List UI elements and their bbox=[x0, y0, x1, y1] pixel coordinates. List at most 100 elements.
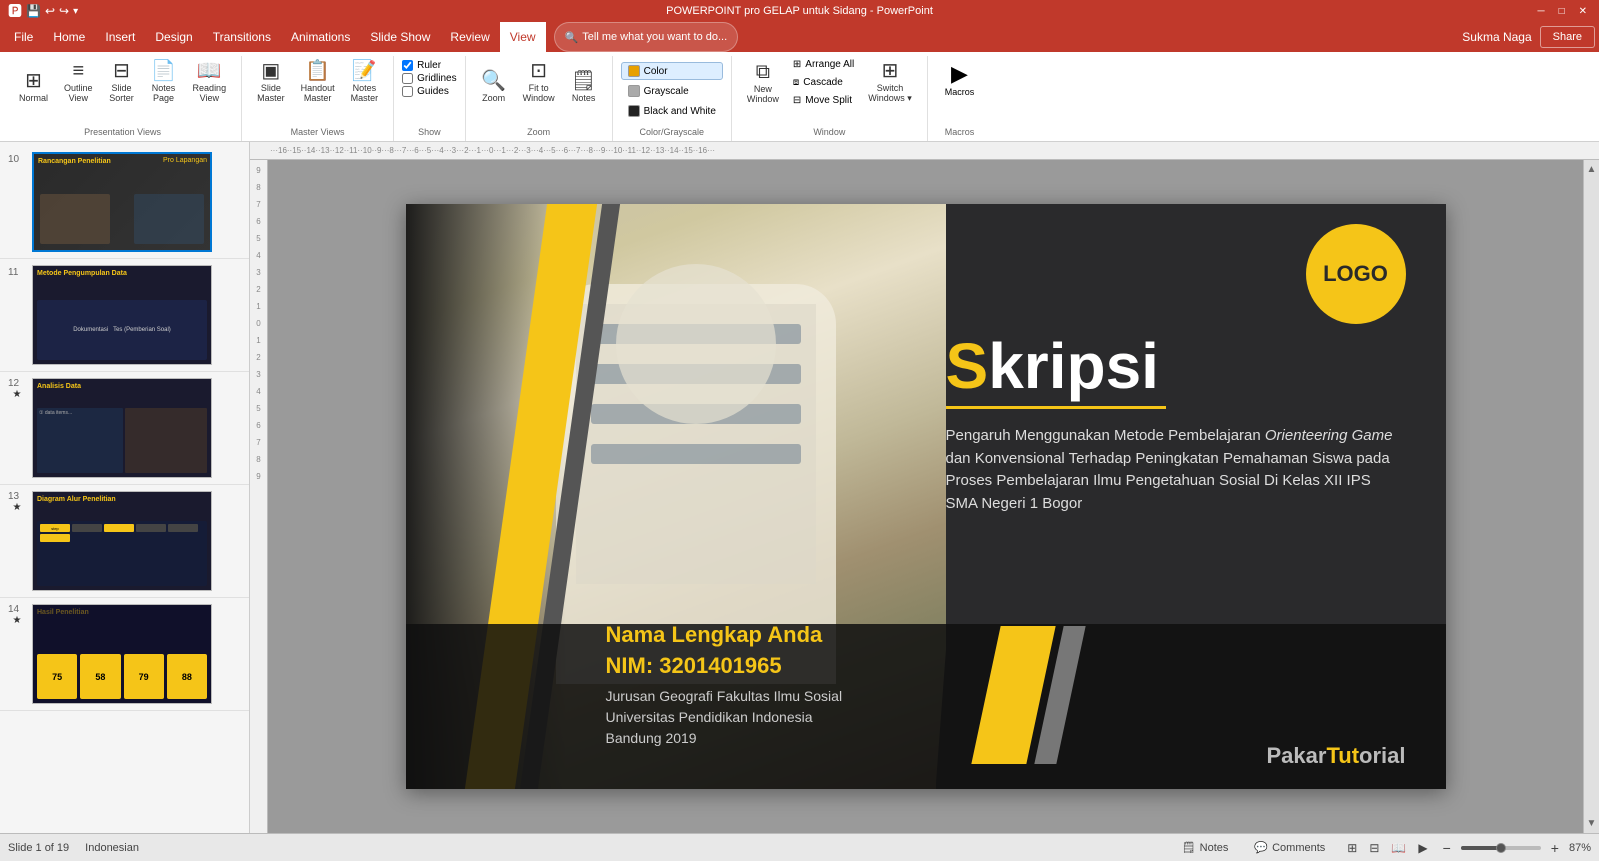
language-info: Indonesian bbox=[85, 842, 139, 854]
move-split-icon: ⊟ bbox=[793, 95, 801, 106]
slide-13-star: ★ bbox=[13, 502, 22, 513]
workspace: ···16··15··14··13··12··11··10··9···8···7… bbox=[250, 142, 1599, 833]
normal-view-btn[interactable]: ⊞ Normal bbox=[12, 66, 55, 108]
cascade-btn[interactable]: ⧈ Cascade bbox=[788, 74, 859, 91]
thumb-13-content: step bbox=[37, 521, 207, 586]
color-btn[interactable]: Color bbox=[621, 62, 723, 80]
slide-14-num: 14 bbox=[8, 604, 26, 615]
menu-insert[interactable]: Insert bbox=[95, 22, 145, 52]
notes-page-btn[interactable]: 📄 NotesPage bbox=[144, 56, 184, 108]
subtitle-text: Pengaruh Menggunakan Metode Pembelajaran… bbox=[946, 425, 1406, 515]
new-window-btn[interactable]: ⧉ NewWindow bbox=[740, 57, 786, 109]
slide-11-item[interactable]: 11 Metode Pengumpulan Data Dokumentasi T… bbox=[0, 259, 249, 372]
menu-slideshow[interactable]: Slide Show bbox=[360, 22, 440, 52]
guides-checkbox[interactable]: Guides bbox=[402, 86, 456, 97]
slide-12-item[interactable]: 12 ★ Analisis Data ① data items... bbox=[0, 372, 249, 485]
comments-status-btn[interactable]: 💬 Comments bbox=[1245, 838, 1334, 857]
vertical-ruler: 987654321 0123456789 bbox=[250, 160, 268, 833]
zoom-percent[interactable]: 87% bbox=[1569, 842, 1591, 854]
reading-view-btn[interactable]: 📖 ReadingView bbox=[186, 56, 234, 108]
share-button[interactable]: Share bbox=[1540, 26, 1595, 48]
notes-zoom-btn[interactable]: 🗒 Notes bbox=[564, 66, 604, 108]
title-rest: kripsi bbox=[988, 330, 1159, 402]
menu-review[interactable]: Review bbox=[440, 22, 499, 52]
thumb-10-sublabel: Pro Lapangan bbox=[163, 157, 207, 164]
new-window-icon: ⧉ bbox=[756, 62, 770, 82]
menu-view[interactable]: View bbox=[500, 22, 546, 52]
slide-14-item[interactable]: 14 ★ Hasil Penelitian 75 58 79 88 bbox=[0, 598, 249, 711]
zoom-icon: 🔍 bbox=[481, 71, 506, 91]
slide-sorter-btn[interactable]: ⊟ SlideSorter bbox=[102, 56, 142, 108]
slide-12-star: ★ bbox=[13, 389, 22, 400]
tell-me-bar[interactable]: 🔍 Tell me what you want to do... bbox=[554, 22, 739, 52]
color-group: Color Grayscale Black and White Color/Gr… bbox=[613, 56, 732, 141]
slide-title-area: Skripsi Pengaruh Menggunakan Metode Pemb… bbox=[946, 334, 1406, 515]
slide-14-star: ★ bbox=[13, 615, 22, 626]
notes-master-icon: 📝 bbox=[352, 61, 377, 81]
reading-mode-btn[interactable]: 📖 bbox=[1386, 838, 1411, 858]
zoom-plus[interactable]: + bbox=[1549, 840, 1561, 856]
minimize-btn[interactable]: ─ bbox=[1533, 6, 1548, 17]
menu-bar: File Home Insert Design Transitions Anim… bbox=[0, 22, 1599, 52]
thumb-14-stats: 75 58 79 88 bbox=[37, 654, 207, 699]
slide-master-btn[interactable]: ▣ SlideMaster bbox=[250, 56, 292, 108]
black-white-btn[interactable]: Black and White bbox=[621, 102, 723, 120]
handout-master-btn[interactable]: 📋 HandoutMaster bbox=[294, 56, 342, 108]
switch-windows-icon: ⊞ bbox=[882, 61, 899, 81]
arrange-all-btn[interactable]: ⊞ Arrange All bbox=[788, 56, 859, 73]
notes-label: Notes bbox=[1200, 842, 1229, 854]
menu-home[interactable]: Home bbox=[43, 22, 95, 52]
zoom-minus[interactable]: − bbox=[1441, 840, 1453, 856]
main-area: 10 Rancangan Penelitian Pro Lapangan 11 … bbox=[0, 142, 1599, 833]
qat-undo[interactable]: ↩ bbox=[45, 4, 55, 18]
slide-14-thumb: Hasil Penelitian 75 58 79 88 bbox=[32, 604, 212, 704]
grayscale-btn[interactable]: Grayscale bbox=[621, 82, 723, 100]
scroll-up-btn[interactable]: ▲ bbox=[1587, 160, 1597, 179]
gridlines-checkbox[interactable]: Gridlines bbox=[402, 73, 456, 84]
macros-btn[interactable]: ▶ Macros bbox=[936, 56, 984, 102]
name-area: Nama Lengkap Anda NIM: 3201401965 Jurusa… bbox=[606, 620, 843, 749]
menu-design[interactable]: Design bbox=[145, 22, 202, 52]
slide-10-item[interactable]: 10 Rancangan Penelitian Pro Lapangan bbox=[0, 146, 249, 259]
presentation-views-label: Presentation Views bbox=[84, 125, 161, 137]
building-windows-4 bbox=[591, 444, 801, 464]
outline-view-btn[interactable]: ≡ OutlineView bbox=[57, 56, 100, 108]
zoom-thumb bbox=[1496, 843, 1506, 853]
app-icon: 🅿 bbox=[8, 1, 22, 21]
handout-icon: 📋 bbox=[305, 61, 330, 81]
move-split-btn[interactable]: ⊟ Move Split bbox=[788, 92, 859, 109]
macros-icon: ▶ bbox=[951, 61, 968, 87]
zoom-btn[interactable]: 🔍 Zoom bbox=[474, 66, 514, 108]
slide-area: LOGO Skripsi Pengaruh Menggunakan Metode… bbox=[268, 160, 1583, 833]
vertical-scrollbar[interactable]: ▲ ▼ bbox=[1583, 160, 1599, 833]
title-bar: 🅿 💾 ↩ ↪ ▾ POWERPOINT pro GELAP untuk Sid… bbox=[0, 0, 1599, 22]
slide-13-item[interactable]: 13 ★ Diagram Alur Penelitian step bbox=[0, 485, 249, 598]
scroll-down-btn[interactable]: ▼ bbox=[1587, 814, 1597, 833]
qat-save[interactable]: 💾 bbox=[26, 4, 41, 18]
maximize-btn[interactable]: □ bbox=[1555, 6, 1569, 17]
menu-file[interactable]: File bbox=[4, 22, 43, 52]
close-btn[interactable]: ✕ bbox=[1575, 6, 1591, 17]
sorter-icon: ⊟ bbox=[113, 61, 130, 81]
ribbon: ⊞ Normal ≡ OutlineView ⊟ SlideSorter 📄 N… bbox=[0, 52, 1599, 142]
presenter-name: Nama Lengkap Anda bbox=[606, 620, 843, 651]
tell-me-text: Tell me what you want to do... bbox=[582, 31, 727, 43]
ruler-checkbox[interactable]: Ruler bbox=[402, 60, 456, 71]
window-controls: ─ □ ✕ bbox=[1533, 6, 1591, 17]
menu-animations[interactable]: Animations bbox=[281, 22, 360, 52]
qat-redo[interactable]: ↪ bbox=[59, 4, 69, 18]
fit-to-window-btn[interactable]: ⊡ Fit toWindow bbox=[516, 56, 562, 108]
qat-more[interactable]: ▾ bbox=[73, 6, 78, 17]
outline-icon: ≡ bbox=[72, 61, 84, 81]
status-left: Slide 1 of 19 Indonesian bbox=[8, 842, 139, 854]
notes-master-btn[interactable]: 📝 NotesMaster bbox=[344, 56, 386, 108]
menu-transitions[interactable]: Transitions bbox=[203, 22, 281, 52]
sorter-mode-btn[interactable]: ⊟ bbox=[1364, 838, 1384, 858]
master-views-label: Master Views bbox=[291, 125, 345, 137]
normal-mode-btn[interactable]: ⊞ bbox=[1342, 838, 1362, 858]
slide-10-num: 10 bbox=[8, 154, 26, 165]
switch-windows-btn[interactable]: ⊞ SwitchWindows ▾ bbox=[861, 56, 919, 109]
notes-status-btn[interactable]: 🗒 Notes bbox=[1173, 838, 1238, 857]
zoom-slider[interactable] bbox=[1461, 846, 1541, 850]
slideshow-mode-btn[interactable]: ▶ bbox=[1413, 838, 1432, 858]
